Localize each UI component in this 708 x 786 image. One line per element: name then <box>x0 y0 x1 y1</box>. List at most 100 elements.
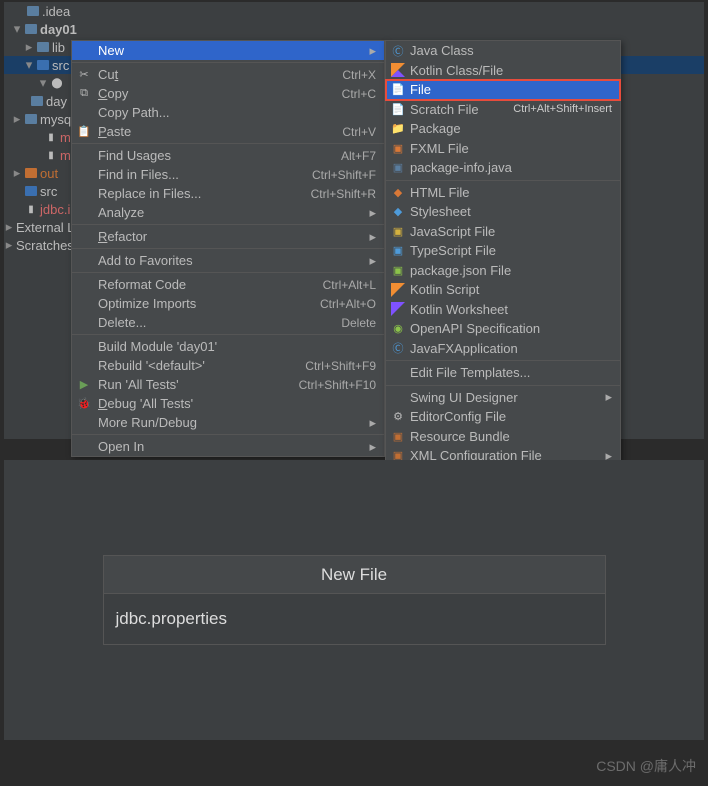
sub-stylesheet[interactable]: ◆Stylesheet <box>386 202 620 222</box>
tree-label: lib <box>52 40 65 55</box>
separator <box>72 143 384 144</box>
ctx-label: Copy <box>98 86 342 101</box>
chevron-right-icon[interactable]: ▸ <box>4 237 14 253</box>
chevron-right-icon[interactable]: ▸ <box>12 165 22 181</box>
run-icon: ▶ <box>76 377 92 393</box>
ctx-build-module[interactable]: Build Module 'day01' <box>72 337 384 356</box>
ctx-find-in-files[interactable]: Find in Files...Ctrl+Shift+F <box>72 165 384 184</box>
ctx-open-in[interactable]: Open In▸ <box>72 437 384 456</box>
shortcut: Alt+F7 <box>341 149 376 163</box>
sub-javascript[interactable]: ▣JavaScript File <box>386 222 620 242</box>
dialog-area: New File jdbc.properties <box>4 460 704 740</box>
chevron-right-icon[interactable]: ▸ <box>24 39 34 55</box>
tree-label: day01 <box>40 22 77 37</box>
sub-file[interactable]: 📄File <box>386 80 620 100</box>
sub-java-class[interactable]: ⒸJava Class <box>386 41 620 61</box>
ctx-paste[interactable]: 📋PasteCtrl+V <box>72 122 384 141</box>
sub-kotlin-worksheet[interactable]: Kotlin Worksheet <box>386 300 620 320</box>
new-file-dialog: New File jdbc.properties <box>103 555 606 645</box>
out-folder-icon <box>25 168 37 178</box>
ctx-rebuild[interactable]: Rebuild '<default>'Ctrl+Shift+F9 <box>72 356 384 375</box>
sub-fxml[interactable]: ▣ FXML File <box>386 139 620 159</box>
chevron-down-icon[interactable]: ▾ <box>38 75 48 91</box>
sub-label: File <box>410 82 612 97</box>
js-icon: ▣ <box>390 223 406 239</box>
sub-package-json[interactable]: ▣package.json File <box>386 261 620 281</box>
sub-html-file[interactable]: ◆HTML File <box>386 183 620 203</box>
chevron-right-icon[interactable]: ▸ <box>12 111 22 127</box>
ctx-refactor[interactable]: Refactor▸ <box>72 227 384 246</box>
sub-editorconfig[interactable]: ⚙EditorConfig File <box>386 407 620 427</box>
ctx-label: Debug 'All Tests' <box>98 396 376 411</box>
ctx-reformat[interactable]: Reformat CodeCtrl+Alt+L <box>72 275 384 294</box>
sub-package-info[interactable]: ▣package-info.java <box>386 158 620 178</box>
separator <box>72 62 384 63</box>
separator <box>72 248 384 249</box>
sub-edit-templates[interactable]: Edit File Templates... <box>386 363 620 383</box>
submenu-arrow-icon: ▸ <box>605 389 612 405</box>
ctx-add-favorites[interactable]: Add to Favorites▸ <box>72 251 384 270</box>
sub-kotlin-script[interactable]: Kotlin Script <box>386 280 620 300</box>
shortcut: Ctrl+C <box>342 87 376 101</box>
shortcut: Ctrl+X <box>342 68 376 82</box>
sub-openapi[interactable]: ◉OpenAPI Specification <box>386 319 620 339</box>
sub-label: Kotlin Worksheet <box>410 302 612 317</box>
fxml-icon: ▣ <box>390 140 406 156</box>
ctx-more-run[interactable]: More Run/Debug▸ <box>72 413 384 432</box>
ctx-replace-in-files[interactable]: Replace in Files...Ctrl+Shift+R <box>72 184 384 203</box>
sub-typescript[interactable]: ▣TypeScript File <box>386 241 620 261</box>
ctx-debug[interactable]: 🐞Debug 'All Tests' <box>72 394 384 413</box>
gear-icon: ⚙ <box>390 409 406 425</box>
chevron-down-icon[interactable]: ▾ <box>24 57 34 73</box>
folder-icon <box>37 42 49 52</box>
context-menu[interactable]: New▸ ✂CutCtrl+X ⧉CopyCtrl+C Copy Path...… <box>71 40 385 457</box>
tree-item-idea[interactable]: .idea <box>4 2 704 20</box>
sub-resource-bundle[interactable]: ▣Resource Bundle <box>386 427 620 447</box>
sub-scratch-file[interactable]: 📄Scratch FileCtrl+Alt+Shift+Insert <box>386 100 620 120</box>
ctx-label: Build Module 'day01' <box>98 339 376 354</box>
tree-label: .idea <box>42 4 70 19</box>
ctx-label: Run 'All Tests' <box>98 377 299 392</box>
ctx-copy-path[interactable]: Copy Path... <box>72 103 384 122</box>
ctx-label: Open In <box>98 439 365 454</box>
ctx-label: Optimize Imports <box>98 296 320 311</box>
sub-package[interactable]: 📁Package <box>386 119 620 139</box>
ctx-optimize[interactable]: Optimize ImportsCtrl+Alt+O <box>72 294 384 313</box>
ctx-copy[interactable]: ⧉CopyCtrl+C <box>72 84 384 103</box>
sub-label: package.json File <box>410 263 612 278</box>
sub-kotlin-class[interactable]: Kotlin Class/File <box>386 61 620 81</box>
bundle-icon: ▣ <box>390 428 406 444</box>
sub-label: Kotlin Script <box>410 282 612 297</box>
ctx-run[interactable]: ▶ Run 'All Tests'Ctrl+Shift+F10 <box>72 375 384 394</box>
ctx-find-usages[interactable]: Find UsagesAlt+F7 <box>72 146 384 165</box>
sub-label: Java Class <box>410 43 612 58</box>
filename-input[interactable]: jdbc.properties <box>104 594 605 644</box>
ide-frame: .idea ▾day01 ▸lib ▾src ▾⬤ day ▸mysql8 ▮m… <box>4 2 704 439</box>
sub-swing[interactable]: Swing UI Designer▸ <box>386 388 620 408</box>
new-submenu[interactable]: ⒸJava Class Kotlin Class/File 📄File 📄Scr… <box>385 40 621 467</box>
ctx-delete[interactable]: Delete...Delete <box>72 313 384 332</box>
ctx-label: New <box>98 43 365 58</box>
html-icon: ◆ <box>390 184 406 200</box>
tree-item-day01[interactable]: ▾ day01 <box>4 20 704 38</box>
ctx-new[interactable]: New▸ <box>72 41 384 60</box>
ctx-label: Cut <box>98 67 342 82</box>
sub-label: FXML File <box>410 141 612 156</box>
kotlin-icon <box>390 282 406 298</box>
chevron-right-icon[interactable]: ▸ <box>4 219 14 235</box>
file-icon: ▮ <box>44 148 58 162</box>
watermark: CSDN @庸人冲 <box>596 756 696 776</box>
shortcut: Ctrl+Shift+F10 <box>299 378 376 392</box>
tree-label: src <box>40 184 57 199</box>
ctx-cut[interactable]: ✂CutCtrl+X <box>72 65 384 84</box>
shortcut: Ctrl+Shift+R <box>311 187 376 201</box>
css-icon: ◆ <box>390 204 406 220</box>
submenu-arrow-icon: ▸ <box>369 229 376 245</box>
sub-javafx[interactable]: ⒸJavaFXApplication <box>386 339 620 359</box>
ctx-analyze[interactable]: Analyze▸ <box>72 203 384 222</box>
separator <box>72 334 384 335</box>
submenu-arrow-icon: ▸ <box>369 415 376 431</box>
java-file-icon: ▣ <box>390 160 406 176</box>
chevron-down-icon[interactable]: ▾ <box>12 21 22 37</box>
separator <box>72 434 384 435</box>
